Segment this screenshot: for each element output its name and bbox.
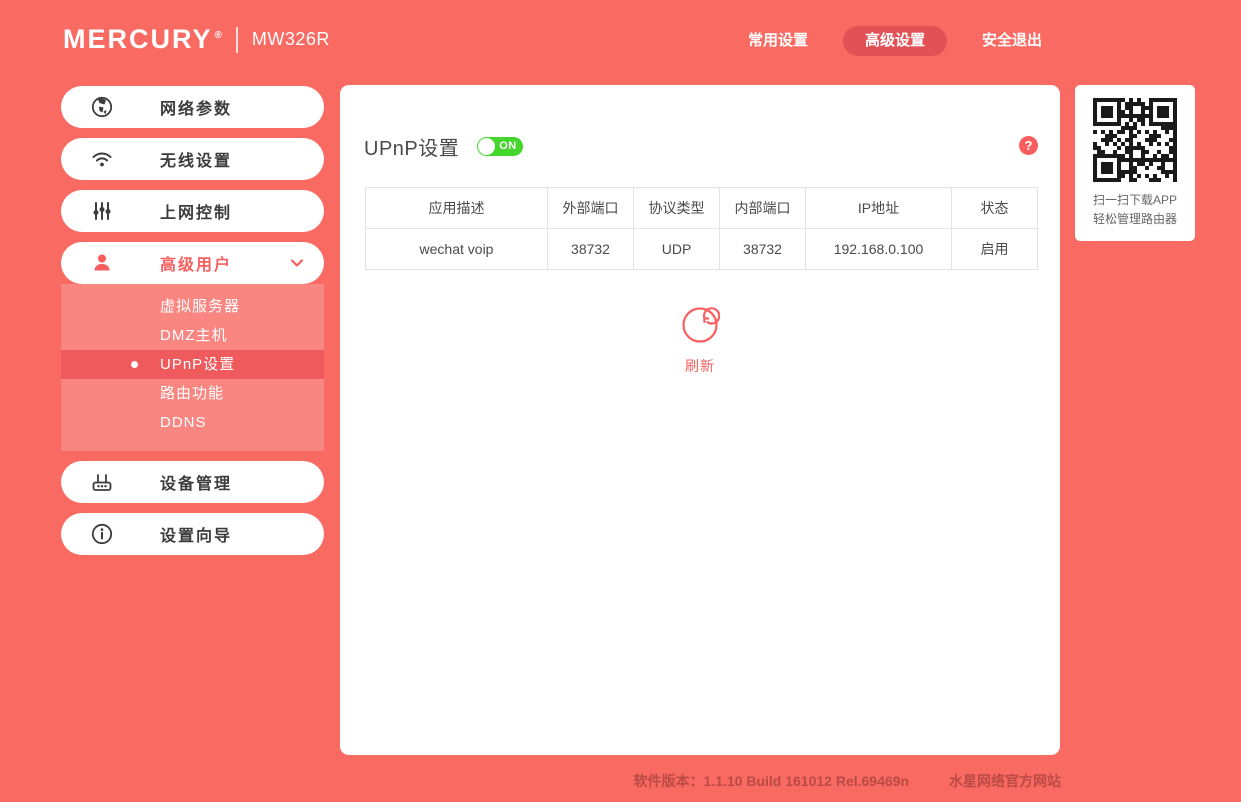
submenu-item-dmz-host[interactable]: DMZ主机 — [61, 321, 324, 350]
nav-advanced-settings[interactable]: 高级设置 — [843, 26, 947, 56]
official-site-link[interactable]: 水星网络官方网站 — [949, 771, 1061, 791]
cell-protocol-type: UDP — [634, 229, 720, 270]
sidebar-item-label: 设置向导 — [160, 522, 232, 546]
nav-safe-logout[interactable]: 安全退出 — [982, 26, 1042, 56]
submenu-item-label: DDNS — [160, 414, 207, 431]
qr-caption-line1: 扫一扫下载APP — [1084, 191, 1186, 210]
refresh-icon — [680, 305, 720, 350]
info-icon — [90, 522, 114, 546]
qr-caption-line2: 轻松管理路由器 — [1084, 210, 1186, 229]
submenu-item-label: DMZ主机 — [160, 327, 228, 344]
app-download-panel: 扫一扫下载APP 轻松管理路由器 — [1075, 85, 1195, 241]
wifi-icon — [90, 147, 114, 171]
col-header-protocol-type: 协议类型 — [634, 188, 720, 229]
upnp-mapping-table: 应用描述 外部端口 协议类型 内部端口 IP地址 状态 wechat voip … — [365, 187, 1038, 270]
col-header-app-description: 应用描述 — [366, 188, 548, 229]
sidebar: 网络参数 无线设置 上网控制 — [61, 86, 324, 565]
cell-app-description: wechat voip — [366, 229, 548, 270]
cell-ip-address: 192.168.0.100 — [806, 229, 952, 270]
router-model: MW326R — [252, 29, 330, 50]
sidebar-item-advanced-users[interactable]: 高级用户 — [61, 242, 324, 284]
toggle-state-label: ON — [499, 137, 517, 156]
refresh-button[interactable]: 刷新 — [340, 305, 1060, 376]
advanced-users-submenu: 虚拟服务器 DMZ主机 UPnP设置 路由功能 DDNS — [61, 284, 324, 451]
refresh-label: 刷新 — [685, 356, 715, 376]
submenu-item-label: 虚拟服务器 — [160, 298, 240, 315]
active-bullet — [131, 361, 138, 368]
sliders-icon — [90, 199, 114, 223]
cell-internal-port: 38732 — [720, 229, 806, 270]
cell-status: 启用 — [952, 229, 1038, 270]
table-header-row: 应用描述 外部端口 协议类型 内部端口 IP地址 状态 — [366, 188, 1038, 229]
logo-divider — [236, 27, 238, 53]
col-header-external-port: 外部端口 — [548, 188, 634, 229]
submenu-item-upnp-settings[interactable]: UPnP设置 — [61, 350, 324, 379]
toggle-knob — [478, 138, 495, 155]
cell-external-port: 38732 — [548, 229, 634, 270]
sidebar-item-setup-wizard[interactable]: 设置向导 — [61, 513, 324, 555]
submenu-item-virtual-server[interactable]: 虚拟服务器 — [61, 292, 324, 321]
submenu-item-label: UPnP设置 — [160, 356, 235, 373]
sidebar-item-label: 无线设置 — [160, 147, 232, 171]
help-icon[interactable]: ? — [1019, 136, 1038, 155]
qr-code — [1093, 98, 1177, 182]
sidebar-item-device-management[interactable]: 设备管理 — [61, 461, 324, 503]
sidebar-item-label: 网络参数 — [160, 95, 232, 119]
sidebar-item-label: 上网控制 — [160, 199, 232, 223]
page-title: UPnP设置 — [364, 132, 459, 161]
router-icon — [90, 470, 114, 494]
submenu-item-ddns[interactable]: DDNS — [61, 408, 324, 437]
globe-icon — [90, 95, 114, 119]
footer: 软件版本：1.1.10 Build 161012 Rel.69469n 水星网络… — [340, 771, 1061, 791]
upnp-toggle[interactable]: ON — [477, 137, 523, 156]
sidebar-item-label: 高级用户 — [160, 251, 232, 275]
table-row: wechat voip 38732 UDP 38732 192.168.0.10… — [366, 229, 1038, 270]
brand-logo: MERCURY® MW326R — [63, 24, 330, 55]
sidebar-item-network-params[interactable]: 网络参数 — [61, 86, 324, 128]
brand-logo-text: MERCURY® — [63, 24, 224, 55]
submenu-item-routing-function[interactable]: 路由功能 — [61, 379, 324, 408]
submenu-item-label: 路由功能 — [160, 385, 224, 402]
user-icon — [90, 251, 114, 275]
col-header-status: 状态 — [952, 188, 1038, 229]
registered-mark: ® — [215, 30, 224, 41]
sidebar-item-wireless-settings[interactable]: 无线设置 — [61, 138, 324, 180]
sidebar-item-label: 设备管理 — [160, 470, 232, 494]
col-header-internal-port: 内部端口 — [720, 188, 806, 229]
nav-common-settings[interactable]: 常用设置 — [748, 26, 808, 56]
col-header-ip-address: IP地址 — [806, 188, 952, 229]
content-panel: UPnP设置 ON ? 应用描述 外部端口 协议类型 内部端口 IP地址 状态 … — [340, 85, 1060, 755]
chevron-down-icon — [289, 255, 305, 271]
firmware-version: 软件版本：1.1.10 Build 161012 Rel.69469n — [634, 771, 909, 791]
sidebar-item-parental-control[interactable]: 上网控制 — [61, 190, 324, 232]
top-navigation: 常用设置 高级设置 安全退出 — [748, 26, 1042, 56]
